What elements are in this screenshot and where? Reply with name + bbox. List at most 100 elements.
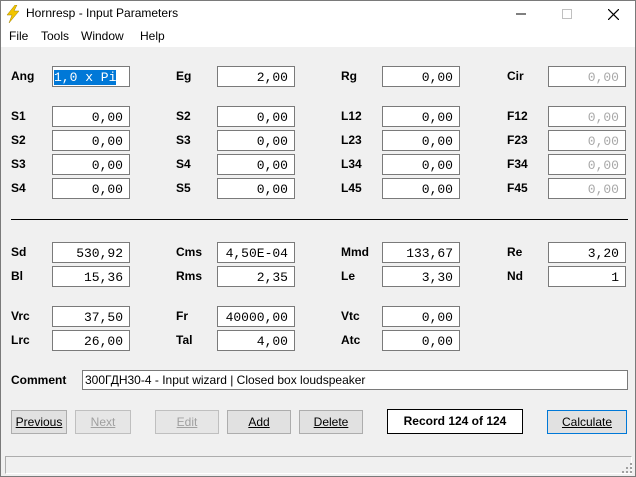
- param-label-re: Re: [507, 245, 523, 259]
- param-label-ang: Ang: [11, 69, 35, 83]
- param-label-lrc: Lrc: [11, 333, 30, 347]
- param-label-l45: L45: [341, 181, 362, 195]
- minimize-button[interactable]: [498, 1, 544, 27]
- close-button[interactable]: [590, 1, 635, 27]
- param-label-s1: S1: [11, 109, 26, 123]
- param-field-s2[interactable]: 0,00: [52, 130, 130, 151]
- param-label-s2: S2: [176, 109, 191, 123]
- param-label-cms: Cms: [176, 245, 203, 259]
- param-label-fr: Fr: [176, 309, 188, 323]
- param-label-eg: Eg: [176, 69, 192, 83]
- param-label-f34: F34: [507, 157, 528, 171]
- menu-bar: File Tools Window Help: [1, 27, 635, 47]
- param-field-tal[interactable]: 4,00: [217, 330, 295, 351]
- title-bar[interactable]: Hornresp - Input Parameters: [1, 1, 635, 27]
- param-label-s4: S4: [176, 157, 191, 171]
- edit-button[interactable]: Edit: [155, 410, 219, 434]
- param-label-le: Le: [341, 269, 356, 283]
- param-label-f23: F23: [507, 133, 528, 147]
- param-field-bl[interactable]: 15,36: [52, 266, 130, 287]
- delete-button[interactable]: Delete: [299, 410, 363, 434]
- maximize-icon: [562, 9, 572, 19]
- param-field-s4[interactable]: 0,00: [217, 154, 295, 175]
- param-field-f34[interactable]: 0,00: [548, 154, 626, 175]
- previous-button[interactable]: Previous: [11, 410, 67, 434]
- param-field-cir[interactable]: 0,00: [548, 66, 626, 87]
- delete-button-label: Delete: [313, 415, 349, 429]
- param-field-s4[interactable]: 0,00: [52, 178, 130, 199]
- param-field-cms[interactable]: 4,50E-04: [217, 242, 295, 263]
- param-field-s2[interactable]: 0,00: [217, 106, 295, 127]
- param-label-cir: Cir: [507, 69, 524, 83]
- param-label-rms: Rms: [176, 269, 203, 283]
- param-field-l23[interactable]: 0,00: [382, 130, 460, 151]
- menu-file[interactable]: File: [9, 29, 28, 43]
- close-icon: [607, 8, 619, 20]
- param-field-ang[interactable]: 1,0 x Pi: [52, 66, 130, 87]
- param-field-eg[interactable]: 2,00: [217, 66, 295, 87]
- param-field-f23[interactable]: 0,00: [548, 130, 626, 151]
- param-label-vtc: Vtc: [341, 309, 360, 323]
- comment-label: Comment: [11, 373, 67, 387]
- param-field-atc[interactable]: 0,00: [382, 330, 460, 351]
- param-label-s2: S2: [11, 133, 26, 147]
- maximize-button[interactable]: [544, 1, 590, 27]
- param-field-l45[interactable]: 0,00: [382, 178, 460, 199]
- edit-button-label: Edit: [176, 415, 198, 429]
- param-field-fr[interactable]: 40000,00: [217, 306, 295, 327]
- param-field-le[interactable]: 3,30: [382, 266, 460, 287]
- param-label-vrc: Vrc: [11, 309, 30, 323]
- param-label-s4: S4: [11, 181, 26, 195]
- param-label-f45: F45: [507, 181, 528, 195]
- param-field-mmd[interactable]: 133,67: [382, 242, 460, 263]
- section-divider: [11, 219, 628, 220]
- param-label-sd: Sd: [11, 245, 27, 259]
- param-field-l34[interactable]: 0,00: [382, 154, 460, 175]
- param-field-vrc[interactable]: 37,50: [52, 306, 130, 327]
- param-field-lrc[interactable]: 26,00: [52, 330, 130, 351]
- param-label-s3: S3: [176, 133, 191, 147]
- calculate-button-label: Calculate: [561, 415, 613, 429]
- param-label-l23: L23: [341, 133, 362, 147]
- param-field-f12[interactable]: 0,00: [548, 106, 626, 127]
- next-button[interactable]: Next: [75, 410, 131, 434]
- param-label-l34: L34: [341, 157, 362, 171]
- param-label-bl: Bl: [11, 269, 23, 283]
- param-field-f45[interactable]: 0,00: [548, 178, 626, 199]
- param-label-s3: S3: [11, 157, 26, 171]
- status-bar: [5, 456, 632, 474]
- comment-field[interactable]: 300ГДН30-4 - Input wizard | Closed box l…: [82, 370, 628, 390]
- resize-grip-icon[interactable]: [621, 462, 633, 474]
- param-field-s3[interactable]: 0,00: [217, 130, 295, 151]
- param-field-s1[interactable]: 0,00: [52, 106, 130, 127]
- param-label-l12: L12: [341, 109, 362, 123]
- param-field-vtc[interactable]: 0,00: [382, 306, 460, 327]
- selected-text: 1,0 x Pi: [54, 70, 117, 85]
- next-button-label: Next: [90, 415, 116, 429]
- param-field-rg[interactable]: 0,00: [382, 66, 460, 87]
- previous-button-label: Previous: [15, 415, 63, 429]
- add-button-label: Add: [248, 415, 270, 429]
- param-field-s3[interactable]: 0,00: [52, 154, 130, 175]
- param-field-s5[interactable]: 0,00: [217, 178, 295, 199]
- minimize-icon: [516, 13, 526, 15]
- menu-window[interactable]: Window: [81, 29, 124, 43]
- menu-tools[interactable]: Tools: [41, 29, 69, 43]
- param-label-rg: Rg: [341, 69, 357, 83]
- param-field-rms[interactable]: 2,35: [217, 266, 295, 287]
- param-field-l12[interactable]: 0,00: [382, 106, 460, 127]
- add-button[interactable]: Add: [227, 410, 291, 434]
- lightning-icon: [6, 5, 20, 23]
- menu-help[interactable]: Help: [140, 29, 165, 43]
- record-indicator: Record 124 of 124: [387, 409, 523, 434]
- param-field-sd[interactable]: 530,92: [52, 242, 130, 263]
- calculate-button[interactable]: Calculate: [547, 410, 627, 434]
- param-label-nd: Nd: [507, 269, 523, 283]
- param-field-re[interactable]: 3,20: [548, 242, 626, 263]
- window-title: Hornresp - Input Parameters: [26, 6, 179, 20]
- param-field-nd[interactable]: 1: [548, 266, 626, 287]
- param-label-f12: F12: [507, 109, 528, 123]
- param-label-s5: S5: [176, 181, 191, 195]
- param-label-tal: Tal: [176, 333, 193, 347]
- param-label-atc: Atc: [341, 333, 361, 347]
